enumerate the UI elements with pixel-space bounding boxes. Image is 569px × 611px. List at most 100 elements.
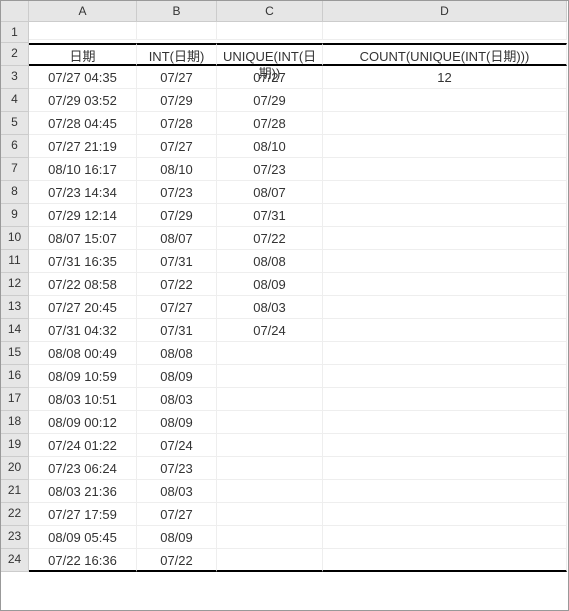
- cell-b12[interactable]: 07/22: [137, 273, 217, 296]
- row-header-6[interactable]: 6: [1, 135, 29, 158]
- cell-b7[interactable]: 08/10: [137, 158, 217, 181]
- cell-d18[interactable]: [323, 411, 567, 434]
- cell-a7[interactable]: 08/10 16:17: [29, 158, 137, 181]
- row-header-7[interactable]: 7: [1, 158, 29, 181]
- cell-d20[interactable]: [323, 457, 567, 480]
- cell-b6[interactable]: 07/27: [137, 135, 217, 158]
- cell-a5[interactable]: 07/28 04:45: [29, 112, 137, 135]
- cell-a11[interactable]: 07/31 16:35: [29, 250, 137, 273]
- cell-c6[interactable]: 08/10: [217, 135, 323, 158]
- row-header-11[interactable]: 11: [1, 250, 29, 273]
- cell-1-0[interactable]: [29, 22, 137, 40]
- cell-b3[interactable]: 07/27: [137, 66, 217, 89]
- cell-d6[interactable]: [323, 135, 567, 158]
- cell-a13[interactable]: 07/27 20:45: [29, 296, 137, 319]
- row-header-1[interactable]: 1: [1, 22, 29, 43]
- col-header-D[interactable]: D: [323, 1, 567, 22]
- header-int[interactable]: INT(日期): [137, 43, 217, 66]
- row-header-13[interactable]: 13: [1, 296, 29, 319]
- row-header-22[interactable]: 22: [1, 503, 29, 526]
- cell-c16[interactable]: [217, 365, 323, 388]
- row-header-10[interactable]: 10: [1, 227, 29, 250]
- row-header-3[interactable]: 3: [1, 66, 29, 89]
- cell-1-2[interactable]: [217, 22, 323, 40]
- cell-c24[interactable]: [217, 549, 323, 572]
- cell-a8[interactable]: 07/23 14:34: [29, 181, 137, 204]
- cell-b22[interactable]: 07/27: [137, 503, 217, 526]
- cell-c9[interactable]: 07/31: [217, 204, 323, 227]
- cell-b24[interactable]: 07/22: [137, 549, 217, 572]
- cell-d16[interactable]: [323, 365, 567, 388]
- cell-d3[interactable]: 12: [323, 66, 567, 89]
- cell-d8[interactable]: [323, 181, 567, 204]
- cell-d21[interactable]: [323, 480, 567, 503]
- row-header-17[interactable]: 17: [1, 388, 29, 411]
- cell-b9[interactable]: 07/29: [137, 204, 217, 227]
- row-header-20[interactable]: 20: [1, 457, 29, 480]
- cell-d11[interactable]: [323, 250, 567, 273]
- cell-c21[interactable]: [217, 480, 323, 503]
- col-header-B[interactable]: B: [137, 1, 217, 22]
- cell-b8[interactable]: 07/23: [137, 181, 217, 204]
- cell-c10[interactable]: 07/22: [217, 227, 323, 250]
- cell-d10[interactable]: [323, 227, 567, 250]
- row-header-19[interactable]: 19: [1, 434, 29, 457]
- cell-d19[interactable]: [323, 434, 567, 457]
- cell-a14[interactable]: 07/31 04:32: [29, 319, 137, 342]
- cell-b13[interactable]: 07/27: [137, 296, 217, 319]
- cell-a10[interactable]: 08/07 15:07: [29, 227, 137, 250]
- cell-d7[interactable]: [323, 158, 567, 181]
- cell-a20[interactable]: 07/23 06:24: [29, 457, 137, 480]
- cell-b14[interactable]: 07/31: [137, 319, 217, 342]
- cell-c11[interactable]: 08/08: [217, 250, 323, 273]
- cell-a4[interactable]: 07/29 03:52: [29, 89, 137, 112]
- header-date[interactable]: 日期: [29, 43, 137, 66]
- cell-a6[interactable]: 07/27 21:19: [29, 135, 137, 158]
- cell-d13[interactable]: [323, 296, 567, 319]
- cell-1-3[interactable]: [323, 22, 567, 40]
- cell-b21[interactable]: 08/03: [137, 480, 217, 503]
- select-all-corner[interactable]: [1, 1, 29, 22]
- cell-b11[interactable]: 07/31: [137, 250, 217, 273]
- cell-d23[interactable]: [323, 526, 567, 549]
- cell-a24[interactable]: 07/22 16:36: [29, 549, 137, 572]
- cell-a9[interactable]: 07/29 12:14: [29, 204, 137, 227]
- cell-a18[interactable]: 08/09 00:12: [29, 411, 137, 434]
- cell-d9[interactable]: [323, 204, 567, 227]
- row-header-21[interactable]: 21: [1, 480, 29, 503]
- cell-c22[interactable]: [217, 503, 323, 526]
- cell-d24[interactable]: [323, 549, 567, 572]
- cell-d15[interactable]: [323, 342, 567, 365]
- col-header-A[interactable]: A: [29, 1, 137, 22]
- row-header-16[interactable]: 16: [1, 365, 29, 388]
- cell-b16[interactable]: 08/09: [137, 365, 217, 388]
- header-unique[interactable]: UNIQUE(INT(日期)): [217, 43, 323, 66]
- row-header-4[interactable]: 4: [1, 89, 29, 112]
- cell-b15[interactable]: 08/08: [137, 342, 217, 365]
- row-header-2[interactable]: 2: [1, 43, 29, 66]
- col-header-C[interactable]: C: [217, 1, 323, 22]
- cell-b23[interactable]: 08/09: [137, 526, 217, 549]
- cell-a19[interactable]: 07/24 01:22: [29, 434, 137, 457]
- row-header-23[interactable]: 23: [1, 526, 29, 549]
- cell-d5[interactable]: [323, 112, 567, 135]
- cell-d12[interactable]: [323, 273, 567, 296]
- cell-d4[interactable]: [323, 89, 567, 112]
- cell-c3[interactable]: 07/27: [217, 66, 323, 89]
- cell-c18[interactable]: [217, 411, 323, 434]
- cell-b10[interactable]: 08/07: [137, 227, 217, 250]
- cell-c23[interactable]: [217, 526, 323, 549]
- cell-c13[interactable]: 08/03: [217, 296, 323, 319]
- cell-c14[interactable]: 07/24: [217, 319, 323, 342]
- cell-a12[interactable]: 07/22 08:58: [29, 273, 137, 296]
- cell-a23[interactable]: 08/09 05:45: [29, 526, 137, 549]
- cell-c20[interactable]: [217, 457, 323, 480]
- row-header-5[interactable]: 5: [1, 112, 29, 135]
- cell-a22[interactable]: 07/27 17:59: [29, 503, 137, 526]
- header-count[interactable]: COUNT(UNIQUE(INT(日期))): [323, 43, 567, 66]
- cell-b5[interactable]: 07/28: [137, 112, 217, 135]
- cell-a17[interactable]: 08/03 10:51: [29, 388, 137, 411]
- row-header-18[interactable]: 18: [1, 411, 29, 434]
- cell-a3[interactable]: 07/27 04:35: [29, 66, 137, 89]
- row-header-14[interactable]: 14: [1, 319, 29, 342]
